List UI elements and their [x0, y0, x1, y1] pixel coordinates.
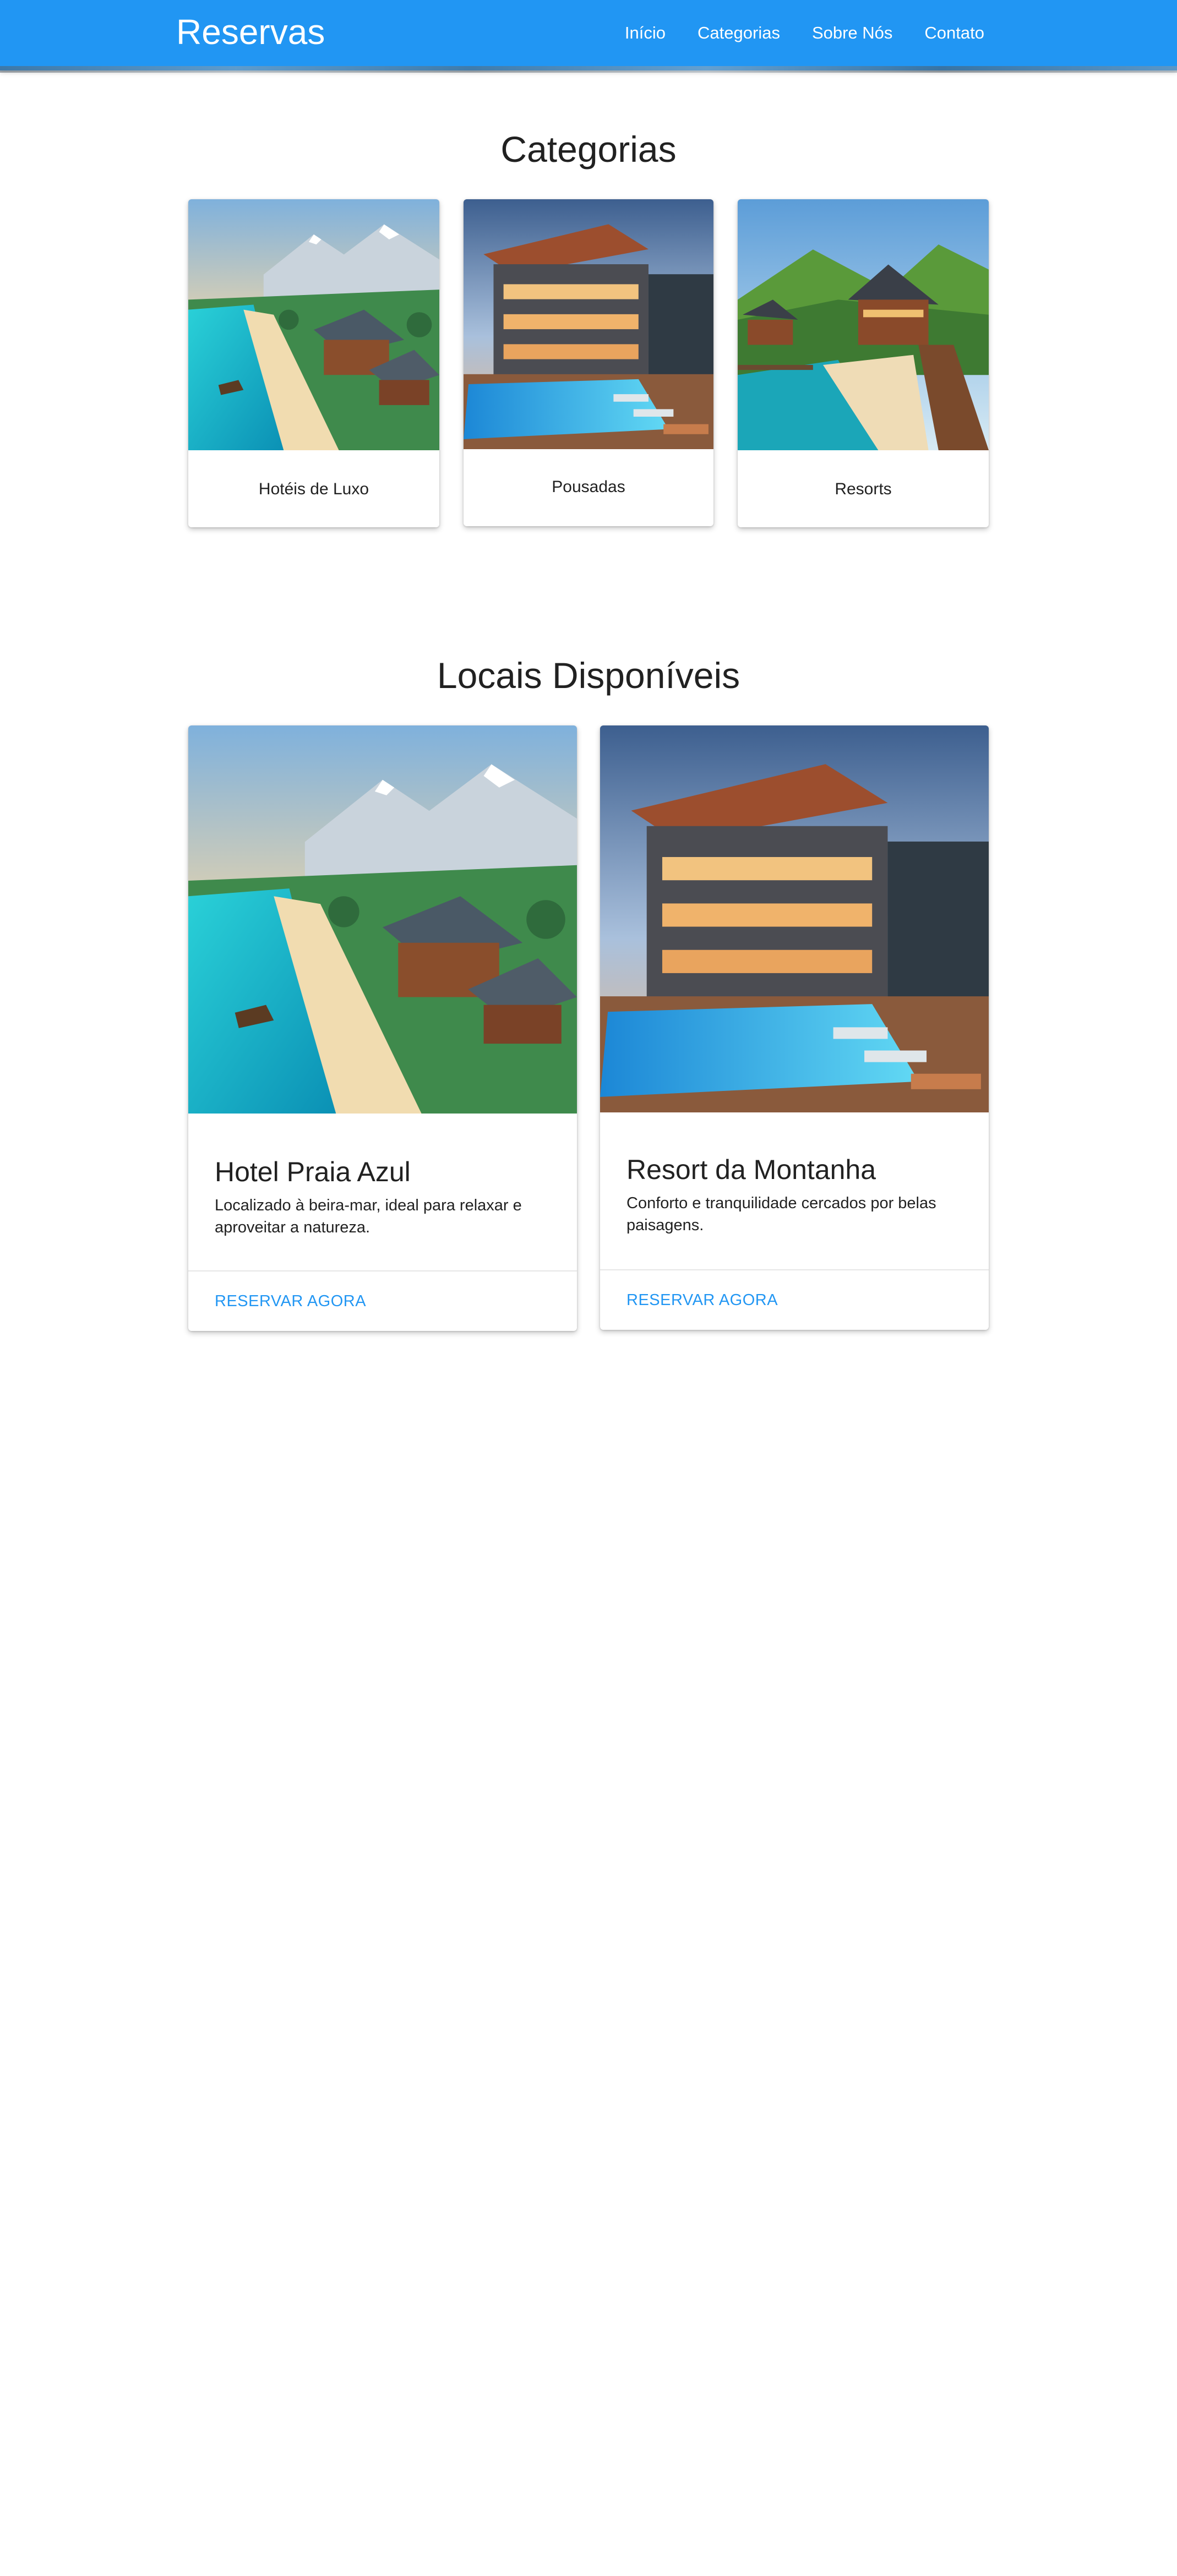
nav-link-contato[interactable]: Contato [924, 24, 984, 41]
location-title: Hotel Praia Azul [215, 1156, 411, 1187]
categories-title: Categorias [500, 129, 677, 170]
modern-hotel-pool-image [600, 725, 989, 1112]
header-image-strip [0, 66, 1177, 73]
location-card-resort-da-montanha: Resort da Montanha Conforto e tranquilid… [600, 725, 989, 1330]
location-description: Conforto e tranquilidade cercados por be… [626, 1194, 936, 1234]
nav-link-inicio[interactable]: Início [625, 24, 666, 41]
modern-hotel-pool-image [464, 199, 713, 449]
reserve-now-link[interactable]: RESERVAR AGORA [215, 1292, 366, 1311]
category-label: Pousadas [552, 478, 625, 496]
nav-link-categorias[interactable]: Categorias [698, 24, 780, 41]
beach-resort-mountains-image [188, 199, 439, 450]
category-label: Resorts [835, 480, 892, 498]
locations-title: Locais Disponíveis [437, 655, 740, 696]
location-card-hotel-praia-azul: Hotel Praia Azul Localizado à beira-mar,… [188, 725, 577, 1331]
category-card-resorts[interactable]: Resorts [738, 199, 989, 527]
card-divider [188, 1270, 577, 1271]
nav-menu: Início Categorias Sobre Nós Contato [625, 24, 984, 41]
nav-link-sobre-nos[interactable]: Sobre Nós [812, 24, 892, 41]
hillside-lodge-beach-image [738, 199, 989, 450]
category-card-hoteis-de-luxo[interactable]: Hotéis de Luxo [188, 199, 439, 527]
top-navbar: Reservas Início Categorias Sobre Nós Con… [0, 0, 1177, 70]
location-description: Localizado à beira-mar, ideal para relax… [215, 1197, 522, 1236]
location-title: Resort da Montanha [626, 1154, 876, 1185]
reserve-now-link[interactable]: RESERVAR AGORA [626, 1291, 778, 1309]
category-label: Hotéis de Luxo [258, 480, 369, 498]
brand-logo[interactable]: Reservas [176, 14, 325, 50]
card-divider [600, 1269, 989, 1270]
category-card-pousadas[interactable]: Pousadas [464, 199, 713, 526]
beach-resort-mountains-image [188, 725, 577, 1114]
